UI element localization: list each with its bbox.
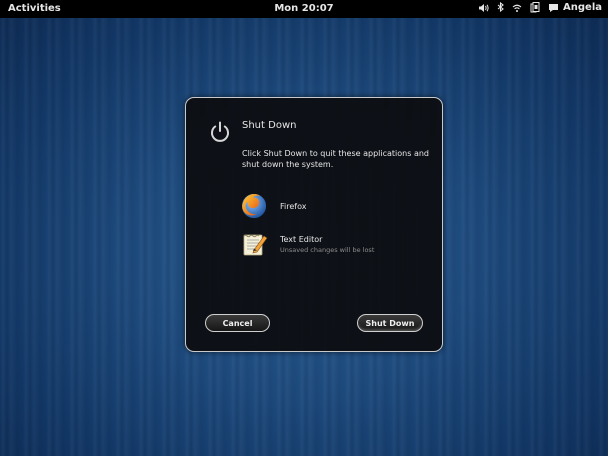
app-name: Firefox (280, 201, 307, 211)
firefox-icon (240, 192, 268, 220)
app-item-firefox: Firefox (240, 192, 306, 220)
app-warning: Unsaved changes will be lost (280, 245, 375, 254)
bluetooth-icon[interactable] (497, 2, 504, 13)
power-icon (208, 120, 232, 148)
system-tray: Angela (478, 2, 602, 13)
dialog-title: Shut Down (242, 120, 297, 131)
app-name: Text Editor (280, 234, 323, 244)
app-item-text-editor: Text Editor Unsaved changes will be lost (240, 230, 374, 258)
accessibility-icon[interactable] (530, 2, 540, 13)
user-menu[interactable]: Angela (548, 2, 602, 13)
text-editor-icon (240, 230, 268, 258)
shutdown-dialog: Shut Down Click Shut Down to quit these … (185, 97, 443, 352)
chat-icon (548, 3, 559, 13)
dialog-description: Click Shut Down to quit these applicatio… (242, 149, 429, 169)
top-panel: Activities Mon 20:07 Angela (0, 0, 608, 18)
wifi-icon[interactable] (512, 3, 522, 13)
shut-down-button[interactable]: Shut Down (357, 314, 423, 332)
cancel-button[interactable]: Cancel (205, 314, 270, 332)
user-name: Angela (563, 2, 602, 13)
volume-icon[interactable] (478, 3, 489, 13)
